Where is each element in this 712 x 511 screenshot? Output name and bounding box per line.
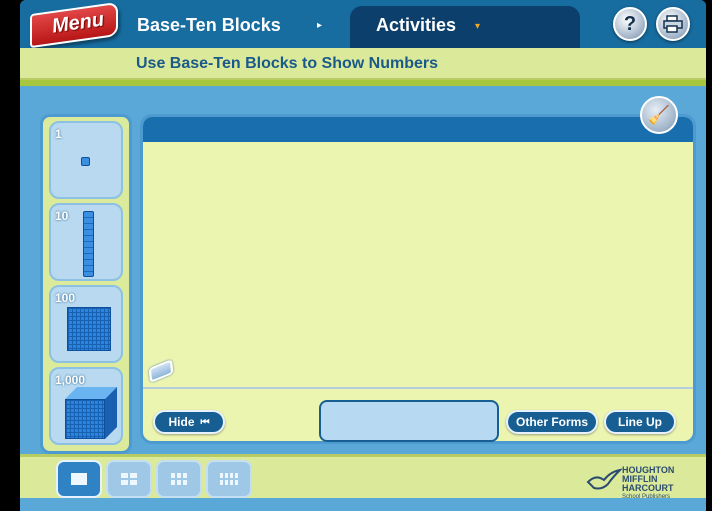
printer-icon: [663, 15, 683, 33]
view-tab-three-panes[interactable]: [156, 460, 202, 498]
app-window: Menu Base-Ten Blocks ▸ Activities ▾ ? Us…: [20, 0, 706, 511]
logo-line-3: HARCOURT: [622, 483, 674, 493]
workspace[interactable]: [140, 114, 696, 444]
help-button[interactable]: ?: [613, 7, 647, 41]
one-pane-icon: [71, 473, 87, 485]
palette-item-ones[interactable]: 1: [49, 121, 123, 199]
flat-icon: [67, 307, 111, 351]
activities-label[interactable]: Activities: [376, 15, 456, 36]
dropdown-arrow-icon[interactable]: ▾: [475, 21, 480, 32]
palette-label-hundreds: 100: [55, 291, 76, 305]
eraser-button[interactable]: [148, 359, 178, 385]
print-button[interactable]: [656, 7, 690, 41]
palette-item-thousands[interactable]: 1,000: [49, 367, 123, 445]
instruction-bar: Use Base-Ten Blocks to Show Numbers: [20, 48, 706, 80]
palette-item-tens[interactable]: 10: [49, 203, 123, 281]
breadcrumb-arrow-icon: ▸: [317, 20, 323, 31]
line-up-label: Line Up: [618, 415, 662, 429]
palette-label-tens: 10: [55, 209, 69, 223]
app-title: Base-Ten Blocks: [137, 15, 281, 35]
unit-cube-icon: [81, 157, 90, 166]
instruction-text: Use Base-Ten Blocks to Show Numbers: [136, 55, 438, 72]
eraser-icon: [148, 359, 174, 383]
palette-item-hundreds[interactable]: 100: [49, 285, 123, 363]
number-readout: [319, 400, 499, 442]
hide-label: Hide: [168, 415, 195, 429]
workspace-header: [143, 117, 693, 142]
line-up-button[interactable]: Line Up: [604, 410, 676, 434]
menu-button[interactable]: Menu: [30, 1, 124, 49]
logo-text: HOUGHTON MIFFLIN HARCOURT School Publish…: [622, 466, 674, 502]
hide-arrow-icon: ⏮: [200, 416, 210, 428]
other-forms-label: Other Forms: [515, 415, 588, 429]
two-panes-icon: [121, 473, 137, 485]
top-bar: Menu Base-Ten Blocks ▸ Activities ▾ ?: [20, 0, 706, 49]
four-panes-icon: [220, 473, 238, 485]
instruction-divider: [20, 80, 706, 86]
view-tab-four-panes[interactable]: [206, 460, 252, 498]
workspace-divider: [143, 387, 693, 389]
palette-label-thousands: 1,000: [55, 373, 86, 387]
hide-button[interactable]: Hide ⏮: [153, 410, 225, 434]
three-panes-icon: [171, 473, 187, 485]
rod-icon: [83, 211, 94, 277]
bird-logo-icon: [586, 468, 622, 490]
clear-button[interactable]: 🧹: [640, 96, 678, 134]
cube-icon: [65, 399, 105, 439]
palette-label-ones: 1: [55, 127, 62, 141]
view-tab-two-panes[interactable]: [106, 460, 152, 498]
help-label: ?: [623, 12, 637, 35]
publisher-logo: HOUGHTON MIFFLIN HARCOURT School Publish…: [586, 464, 702, 500]
block-palette: 1 10 100 1,000: [40, 114, 132, 454]
logo-subtext: School Publishers: [622, 494, 671, 500]
other-forms-button[interactable]: Other Forms: [506, 410, 598, 434]
broom-icon: 🧹: [647, 104, 671, 125]
view-tab-one-pane[interactable]: [56, 460, 102, 498]
